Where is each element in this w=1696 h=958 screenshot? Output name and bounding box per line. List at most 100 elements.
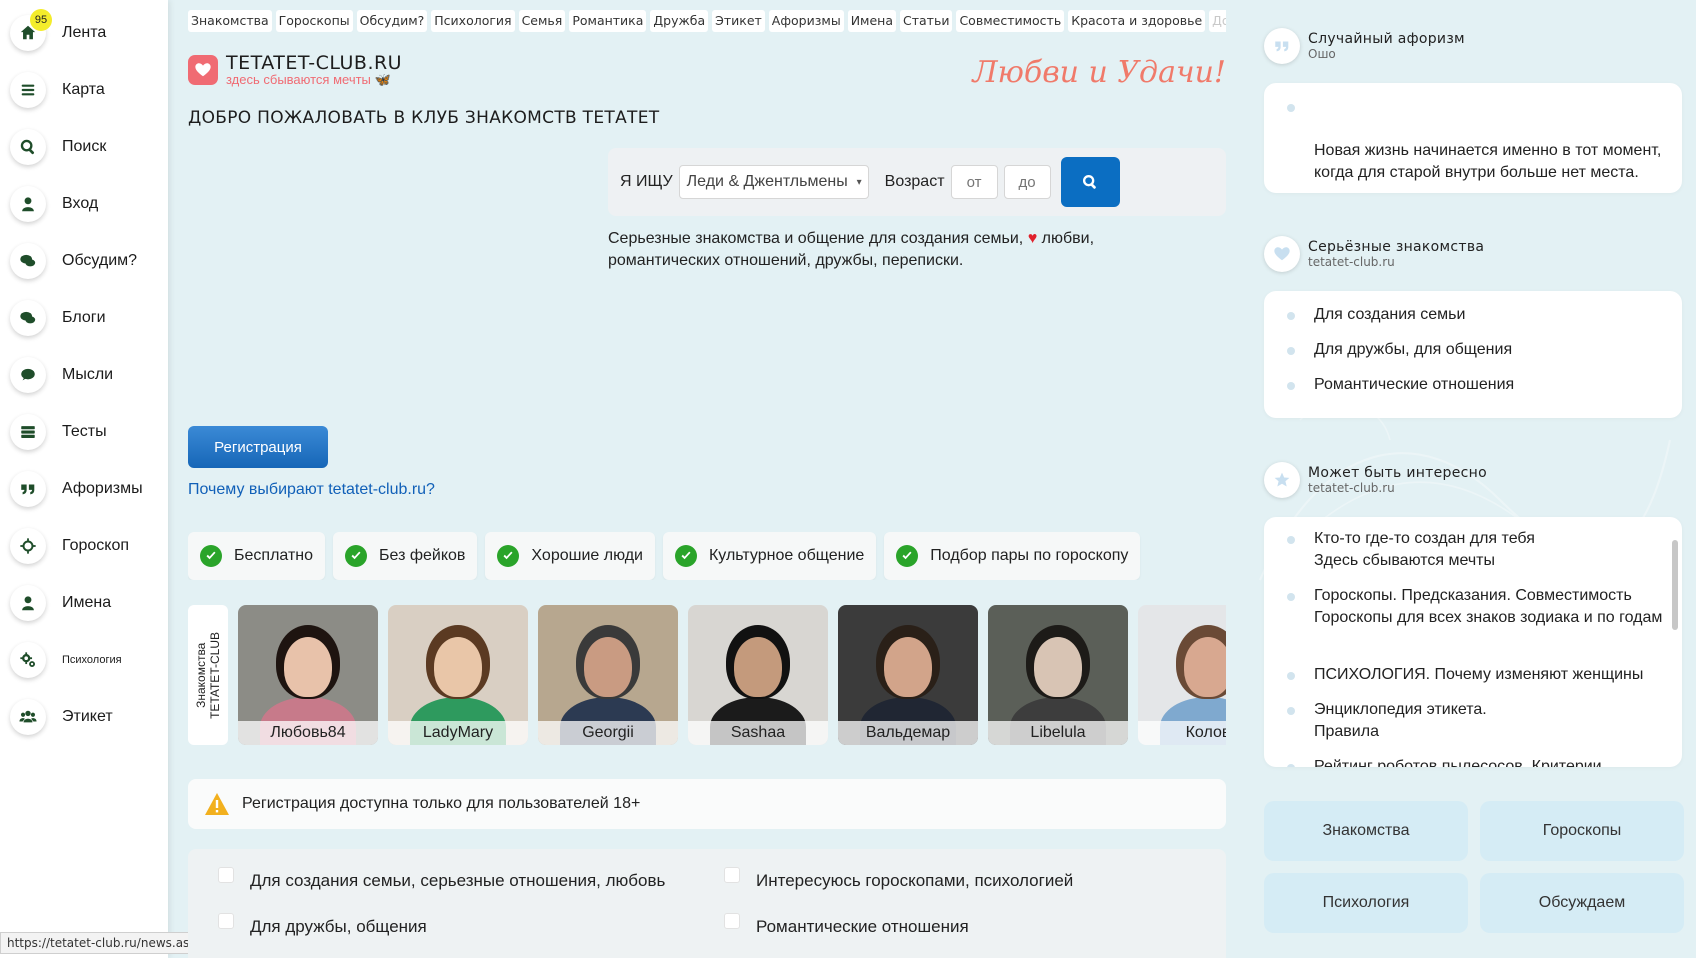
search-button[interactable] [1060,157,1120,207]
search-label: Я ИЩУ [620,173,673,190]
sidebar-item-discuss[interactable]: Обсудим? [0,232,168,289]
features-list: Бесплатно Без фейков Хорошие люди Культурно… [188,532,1226,580]
profile-card[interactable]: Колов [1138,605,1226,745]
topnav-link[interactable]: Статьи [900,10,953,32]
warning-icon [205,793,229,815]
brand-logo-block[interactable]: TETATET-CLUB.RU здесь сбываются мечты 🦋 [188,53,402,87]
list-item[interactable]: Для создания семьи [1287,304,1465,326]
age-to-input[interactable] [1003,165,1051,199]
quote-icon [1264,28,1300,64]
interest-option[interactable]: Романтические отношения [724,913,969,937]
topnav-link[interactable]: Афоризмы [768,10,844,32]
list-item[interactable]: Романтические отношения [1287,374,1514,396]
check-circle-icon [345,545,368,567]
checkbox[interactable] [724,913,740,929]
list-item[interactable]: Гороскопы. Предсказания. Совместимость Г… [1287,585,1664,629]
topnav-link[interactable]: Знакомства [188,10,272,32]
profile-card[interactable]: Sashaa [688,605,828,745]
photo-face [434,637,482,697]
list-item[interactable]: ПСИХОЛОГИЯ. Почему изменяют женщины [1287,664,1664,686]
sidebar-item-names[interactable]: Имена [0,574,168,631]
topnav-link[interactable]: Дружба [650,10,709,32]
sidebar-item-label: Карта [62,80,105,98]
topnav-link[interactable]: Имена [847,10,896,32]
brand-name: TETATET-CLUB.RU [226,52,403,74]
heart-icon: ♥ [1027,230,1038,247]
bullet-dot [1287,382,1295,390]
star-icon [1264,462,1300,498]
sidebar-item-blogs[interactable]: Блоги [0,289,168,346]
interest-option[interactable]: Интересуюсь гороскопами, психологией [724,867,1074,891]
sidebar-item-thoughts[interactable]: Мысли [0,346,168,403]
widget-subtitle: tetatet-club.ru [1308,481,1395,495]
checkbox[interactable] [724,867,740,883]
sidebar-item-label: Гороскоп [62,536,130,554]
checkbox[interactable] [218,867,234,883]
tile-horoscopes[interactable]: Гороскопы [1480,801,1684,861]
age-from-input[interactable] [950,165,998,199]
sidebar-item-feed[interactable]: 95 Лента [0,4,168,61]
sidebar-item-horoscope[interactable]: Гороскоп [0,517,168,574]
sidebar-item-login[interactable]: Вход [0,175,168,232]
profile-name: Вальдемар [838,721,978,745]
register-button[interactable]: Регистрация [188,426,328,468]
topnav-link[interactable]: Красота и здоровье [1068,10,1206,32]
scrollbar[interactable] [1672,540,1678,630]
sidebar-item-map[interactable]: Карта [0,61,168,118]
widget-subtitle: tetatet-club.ru [1308,255,1395,269]
sidebar-item-label: Мысли [62,365,114,383]
bullet-dot [1287,707,1295,715]
tile-dating[interactable]: Знакомства [1264,801,1468,861]
topnav-link[interactable]: Гороскопы [275,10,353,32]
feature-badge: Подбор пары по гороскопу [884,532,1141,580]
list-item[interactable]: Рейтинг роботов пылесосов. Критерии [1287,756,1664,767]
topnav-link[interactable]: Романтика [569,10,647,32]
sidebar-item-search[interactable]: Поиск [0,118,168,175]
serious-widget-header: Серьёзные знакомства tetatet-club.ru [1264,236,1484,272]
topnav-link[interactable]: Совместимость [956,10,1065,32]
sidebar-item-psychology[interactable]: Психология [0,631,168,688]
feature-label: Хорошие люди [531,547,643,564]
list-item[interactable]: Энциклопедия этикета. Правила [1287,699,1664,743]
sidebar-item-label: Обсудим? [62,251,138,269]
slogan: Любви и Удачи! [972,55,1226,90]
serious-card: Для создания семьи Для дружбы, для общен… [1264,291,1682,418]
tile-psychology[interactable]: Психология [1264,873,1468,933]
age-label: Возраст [884,173,945,190]
check-circle-icon [674,545,697,567]
interest-label: Интересуюсь гороскопами, психологией [756,871,1074,890]
profile-card[interactable]: LadyMary [388,605,528,745]
checkbox[interactable] [218,913,234,929]
profile-card[interactable]: Georgii [538,605,678,745]
sidebar-item-tests[interactable]: Тесты [0,403,168,460]
interest-option[interactable]: Для дружбы, общения [218,913,427,937]
gender-select[interactable]: Леди & Джентльмены ▾ [678,165,869,199]
topnav-link[interactable]: Семья [518,10,566,32]
why-choose-link[interactable]: Почему выбирают tetatet-club.ru? [188,481,435,499]
interest-option[interactable]: Для создания семьи, серьезные отношения,… [218,867,665,891]
feature-badge: Бесплатно [188,532,326,580]
profile-card[interactable]: Libelula [988,605,1128,745]
sidebar-item-etiquette[interactable]: Этикет [0,688,168,745]
list-item-label: Энциклопедия этикета. Правила [1314,701,1487,740]
quote-icon [10,470,46,507]
feature-label: Подбор пары по гороскопу [930,547,1129,564]
feature-label: Бесплатно [234,547,314,564]
search-icon [10,128,46,165]
list-item[interactable]: Для дружбы, для общения [1287,339,1512,361]
sidebar-item-aphorisms[interactable]: Афоризмы [0,460,168,517]
bullet-dot [1287,312,1295,320]
left-sidebar: 95 Лента Карта Поиск Вход Обсудим? Блоги [0,0,168,958]
profile-card[interactable]: Вальдемар [838,605,978,745]
profiles-carousel: Знакомства TETATET-CLUB Любовь84 LadyMary… [188,605,1226,745]
list-item[interactable]: Кто-то где-то создан для тебя Здесь сбыв… [1287,528,1664,572]
topnav-link[interactable]: Психология [431,10,515,32]
topnav-link[interactable]: Этикет [712,10,765,32]
user-icon [10,584,46,621]
tile-discuss[interactable]: Обсуждаем [1480,873,1684,933]
profile-card[interactable]: Любовь84 [238,605,378,745]
topnav-link[interactable]: Обсудим? [356,10,428,32]
topnav-link[interactable]: Досу [1209,10,1226,32]
age-warning: Регистрация доступна только для пользова… [188,779,1226,829]
sidebar-item-label: Тесты [62,422,107,440]
